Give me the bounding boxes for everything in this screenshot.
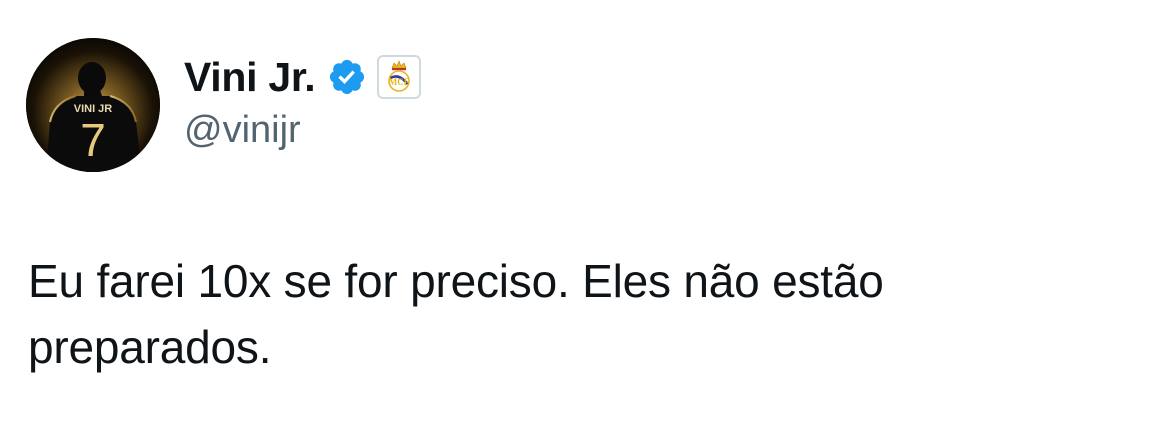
verified-badge-icon[interactable] <box>327 57 367 97</box>
avatar-jersey-number: 7 <box>80 114 106 166</box>
author-name-row: Vini Jr. MCF <box>184 52 422 102</box>
author-display-name[interactable]: Vini Jr. <box>184 56 316 98</box>
author-handle[interactable]: @vinijr <box>184 109 301 152</box>
avatar-image: VINI JR 7 <box>26 38 160 172</box>
real-madrid-crest-icon[interactable]: MCF <box>377 55 422 99</box>
tweet-card: VINI JR 7 Vini Jr. MCF @vinijr Eu farei … <box>0 0 1170 440</box>
tweet-text: Eu farei 10x se for preciso. Eles não es… <box>28 255 884 373</box>
avatar[interactable]: VINI JR 7 <box>26 38 160 172</box>
svg-text:MCF: MCF <box>389 77 410 87</box>
